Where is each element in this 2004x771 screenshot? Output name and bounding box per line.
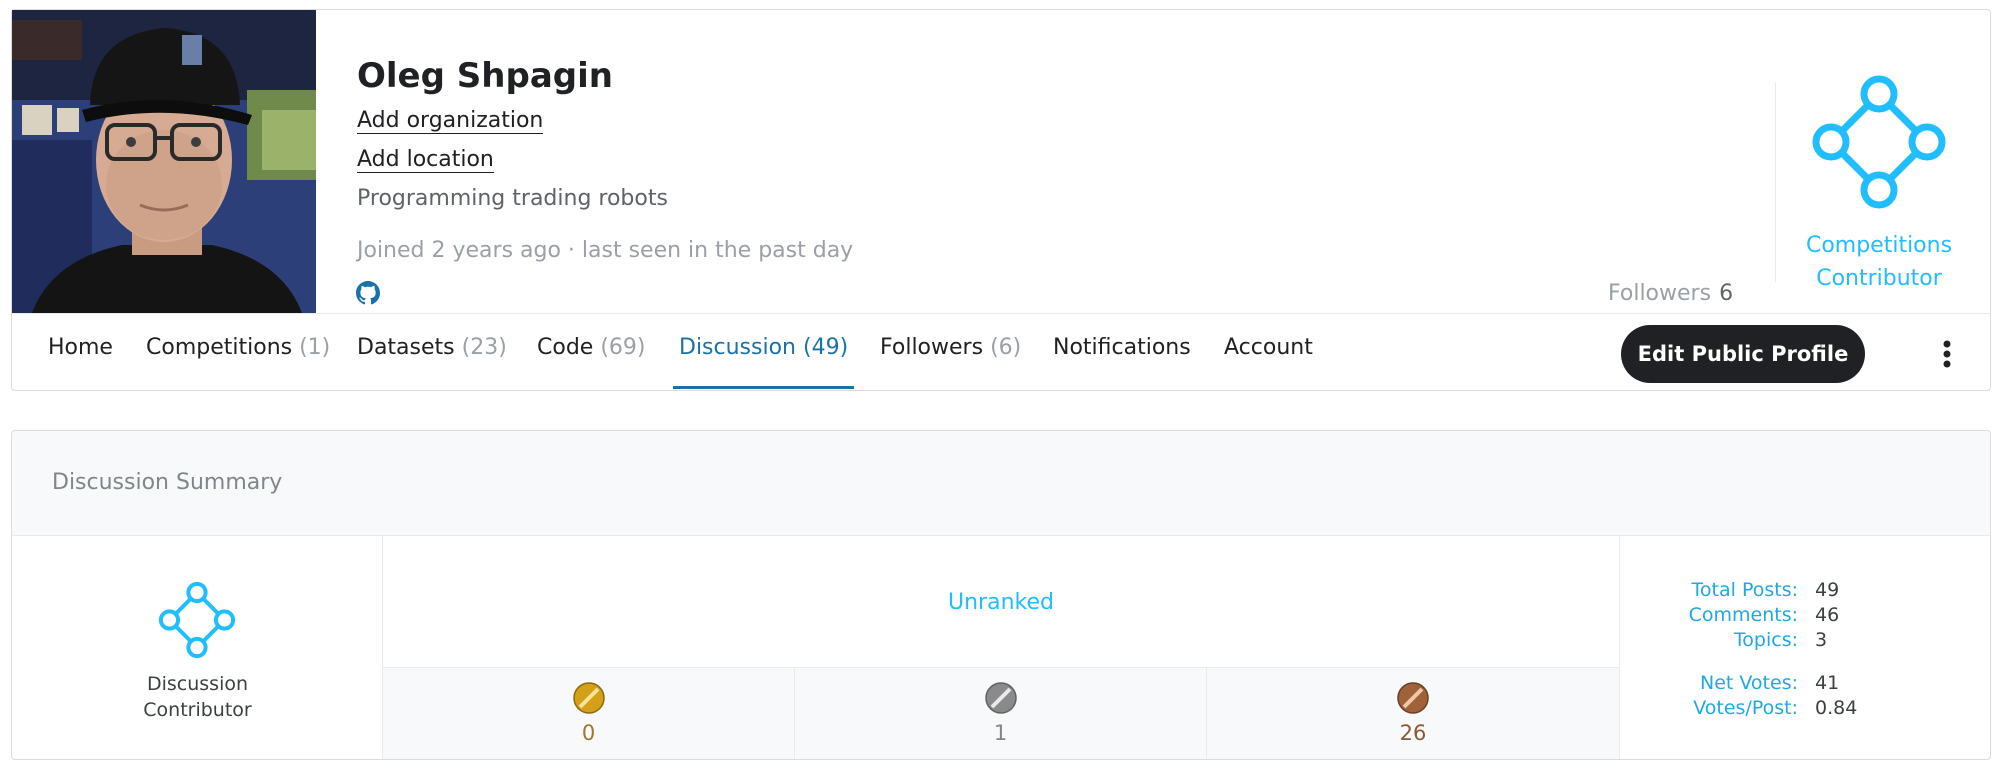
discussion-tier-line2: Contributor bbox=[143, 699, 252, 721]
bronze-medal-count: 26 bbox=[1399, 721, 1427, 745]
tab-home-label: Home bbox=[48, 335, 113, 360]
stat-net-votes-label: Net Votes: bbox=[1700, 672, 1798, 694]
tier-divider bbox=[1775, 82, 1776, 282]
summary-header: Discussion Summary bbox=[12, 431, 1990, 536]
avatar-photo bbox=[12, 10, 316, 313]
gold-medal-icon bbox=[573, 682, 605, 714]
tab-code[interactable]: Code (69) bbox=[537, 314, 646, 391]
stat-total-posts-label: Total Posts: bbox=[1691, 579, 1798, 601]
tab-home[interactable]: Home bbox=[48, 314, 113, 391]
stat-votes-per-post-value: 0.84 bbox=[1815, 697, 1858, 719]
vertical-ellipsis-icon[interactable] bbox=[1937, 334, 1957, 374]
contributor-diamond-icon bbox=[1812, 75, 1946, 209]
profile-card: Oleg Shpagin Add organization Add locati… bbox=[11, 9, 1991, 391]
stat-topics-value: 3 bbox=[1815, 629, 1828, 651]
bronze-medal-cell: 26 bbox=[1207, 668, 1619, 759]
followers-label: Followers bbox=[1608, 281, 1712, 306]
edit-public-profile-button[interactable]: Edit Public Profile bbox=[1621, 325, 1865, 383]
stat-comments: Comments: 46 bbox=[1620, 604, 1990, 630]
add-location-link[interactable]: Add location bbox=[357, 147, 494, 174]
tier-label: Competitions Contributor bbox=[1784, 229, 1974, 295]
stat-comments-label: Comments: bbox=[1688, 604, 1798, 626]
add-organization-link[interactable]: Add organization bbox=[357, 108, 544, 135]
avatar[interactable] bbox=[12, 10, 316, 313]
tier-label-line1: Competitions bbox=[1805, 233, 1953, 258]
stat-comments-value: 46 bbox=[1815, 604, 1840, 626]
gold-medal-cell: 0 bbox=[383, 668, 795, 759]
followers-count: 6 bbox=[1719, 281, 1734, 306]
stat-net-votes-value: 41 bbox=[1815, 672, 1840, 694]
github-icon[interactable] bbox=[356, 281, 380, 305]
profile-name: Oleg Shpagin bbox=[357, 56, 613, 96]
silver-medal-count: 1 bbox=[993, 721, 1008, 745]
discussion-tier-line1: Discussion bbox=[146, 673, 249, 695]
tab-competitions[interactable]: Competitions (1) bbox=[146, 314, 330, 391]
contributor-diamond-icon bbox=[158, 581, 236, 659]
tab-competitions-count: (1) bbox=[299, 335, 331, 360]
tab-followers-count: (6) bbox=[990, 335, 1022, 360]
summary-stats-column: Total Posts: 49 Comments: 46 Topics: 3 N… bbox=[1619, 536, 1990, 759]
tab-followers[interactable]: Followers (6) bbox=[880, 314, 1021, 391]
tab-notifications[interactable]: Notifications bbox=[1053, 314, 1191, 391]
tab-discussion-label: Discussion bbox=[679, 335, 796, 360]
profile-bio: Programming trading robots bbox=[357, 186, 668, 211]
tab-competitions-label: Competitions bbox=[146, 335, 293, 360]
stat-votes-per-post-label: Votes/Post: bbox=[1693, 697, 1798, 719]
tab-account[interactable]: Account bbox=[1224, 314, 1313, 391]
tab-datasets-count: (23) bbox=[461, 335, 507, 360]
tab-code-label: Code bbox=[537, 335, 594, 360]
summary-title: Discussion Summary bbox=[52, 470, 283, 495]
summary-tier-column: Discussion Contributor bbox=[12, 536, 383, 759]
tab-discussion[interactable]: Discussion (49) bbox=[672, 314, 855, 391]
medals-row: 0 1 26 bbox=[383, 667, 1619, 759]
discussion-rank[interactable]: Unranked bbox=[383, 590, 1619, 615]
tab-discussion-count: (49) bbox=[803, 335, 849, 360]
silver-medal-cell: 1 bbox=[795, 668, 1207, 759]
tier-label-line2: Contributor bbox=[1816, 266, 1942, 291]
silver-medal-icon bbox=[985, 682, 1017, 714]
discussion-summary-card: Discussion Summary Discussion Contributo… bbox=[11, 430, 1991, 760]
tab-notifications-label: Notifications bbox=[1053, 335, 1191, 360]
joined-status: Joined 2 years ago · last seen in the pa… bbox=[357, 238, 854, 263]
tab-account-label: Account bbox=[1224, 335, 1313, 360]
tab-followers-label: Followers bbox=[880, 335, 984, 360]
profile-nav: Home Competitions (1) Datasets (23) Code… bbox=[12, 314, 1990, 391]
stat-total-posts: Total Posts: 49 bbox=[1620, 579, 1990, 605]
followers-summary[interactable]: Followers 6 bbox=[1608, 281, 1733, 306]
stat-total-posts-value: 49 bbox=[1815, 579, 1840, 601]
tab-code-count: (69) bbox=[600, 335, 646, 360]
bronze-medal-icon bbox=[1397, 682, 1429, 714]
stat-topics-label: Topics: bbox=[1733, 629, 1798, 651]
gold-medal-count: 0 bbox=[581, 721, 596, 745]
summary-rank-column: Unranked 0 1 26 bbox=[383, 536, 1619, 759]
stat-net-votes: Net Votes: 41 bbox=[1620, 672, 1990, 698]
stat-topics: Topics: 3 bbox=[1620, 629, 1990, 655]
stat-votes-per-post: Votes/Post: 0.84 bbox=[1620, 697, 1990, 723]
tab-datasets-label: Datasets bbox=[357, 335, 455, 360]
tab-datasets[interactable]: Datasets (23) bbox=[357, 314, 507, 391]
discussion-tier-label: Discussion Contributor bbox=[12, 671, 383, 723]
